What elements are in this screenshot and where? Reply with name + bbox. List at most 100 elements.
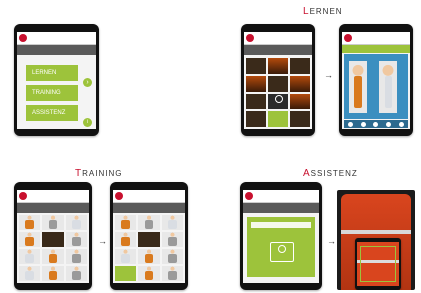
quiz-tile[interactable] [138, 266, 160, 281]
assistenz-camera-screen [243, 190, 319, 283]
quiz-tile[interactable] [161, 266, 183, 281]
lernen-tile[interactable] [268, 111, 288, 127]
quiz-tile[interactable] [138, 215, 160, 230]
assistenz-title-rest: SSISTENZ [310, 169, 358, 178]
quiz-tile[interactable] [115, 215, 137, 230]
quiz-tile[interactable] [115, 232, 137, 247]
phone-highlight-box [360, 246, 396, 282]
lernen-button[interactable]: LERNEN [26, 65, 78, 81]
training-tile[interactable] [19, 215, 41, 230]
training-tile[interactable] [65, 215, 87, 230]
lernen-tile[interactable] [246, 75, 266, 92]
lernen-label-rest: ERNEN [35, 70, 57, 76]
training-image-grid [19, 215, 87, 281]
camera-person-icon[interactable] [270, 242, 294, 263]
lernen-tile[interactable] [246, 111, 266, 127]
tablet-assistenz-camera [240, 182, 322, 290]
tablet-lernen-menu [241, 24, 315, 136]
section-title-lernen: LERNEN [303, 6, 343, 17]
reflective-stripe [341, 230, 411, 235]
book-person-icon[interactable] [268, 93, 288, 110]
company-logo [344, 34, 352, 42]
lernen-tile[interactable] [290, 58, 310, 74]
lernen-tile[interactable] [290, 75, 310, 92]
quiz-tile[interactable] [115, 249, 137, 264]
arrow-right-icon: → [98, 236, 107, 246]
nav-icon[interactable] [347, 121, 353, 127]
app-header [113, 190, 185, 203]
next-arrow-icon[interactable]: › [83, 78, 92, 87]
lernen-tile[interactable] [290, 93, 310, 110]
training-label-rest: RAINING [35, 90, 61, 96]
training-quiz-screen [113, 190, 185, 283]
person-head-icon [278, 245, 286, 254]
assistenz-label-rest: SSISTENZ [36, 110, 66, 116]
training-tile[interactable] [42, 232, 64, 247]
app-header [243, 190, 319, 203]
tablet-home: LERNEN TRAINING ASSISTENZ › i [14, 24, 99, 136]
company-logo [246, 34, 254, 42]
quiz-tile[interactable] [138, 249, 160, 264]
section-title-training: TRAINING [75, 168, 122, 179]
assistenz-panel[interactable] [247, 217, 315, 277]
training-grid-screen [17, 190, 89, 283]
arrow-right-icon: → [327, 236, 336, 246]
nav-icon[interactable] [360, 121, 366, 127]
training-tile[interactable] [19, 266, 41, 281]
tablet-lernen-detail [339, 24, 413, 136]
lernen-tile[interactable] [268, 58, 288, 74]
training-tile[interactable] [42, 249, 64, 264]
assistenz-button[interactable]: ASSISTENZ [26, 105, 78, 121]
tablet-training-grid [14, 182, 92, 290]
training-tile[interactable] [65, 232, 87, 247]
training-tile[interactable] [65, 266, 87, 281]
tablet-training-quiz [110, 182, 188, 290]
lernen-detail-bar [342, 45, 410, 53]
quiz-tile-correct[interactable] [115, 266, 137, 281]
training-quiz-bar [113, 203, 185, 213]
lernen-tile[interactable] [290, 111, 310, 127]
suit-figure-orange [349, 60, 368, 113]
lernen-detail-screen [342, 32, 410, 129]
section-title-assistenz: ASSISTENZ [303, 168, 358, 179]
training-tile[interactable] [19, 249, 41, 264]
app-header [17, 190, 89, 203]
training-tile[interactable] [42, 266, 64, 281]
quiz-tile[interactable] [161, 249, 183, 264]
app-header [244, 32, 312, 45]
nav-icon[interactable] [386, 121, 392, 127]
info-icon[interactable]: i [83, 118, 92, 127]
suit-figure-white [379, 60, 398, 113]
person-icon [275, 95, 283, 104]
lernen-tile[interactable] [268, 75, 288, 92]
home-title-bar [17, 45, 96, 55]
lernen-title-bar [244, 45, 312, 55]
lernen-title-rest: ERNEN [309, 7, 343, 16]
training-tile[interactable] [19, 232, 41, 247]
panel-instruction-bar [251, 222, 311, 228]
assistenz-title-initial: A [303, 168, 311, 179]
protective-suits-image [344, 54, 408, 119]
training-tile[interactable] [42, 215, 64, 230]
nav-icon[interactable] [373, 121, 379, 127]
quiz-tile[interactable] [161, 215, 183, 230]
company-logo [115, 192, 123, 200]
company-logo [245, 192, 253, 200]
nav-icon[interactable] [399, 121, 405, 127]
company-logo [19, 34, 27, 42]
lernen-tile[interactable] [246, 93, 266, 110]
app-header [17, 32, 96, 45]
training-tile[interactable] [65, 249, 87, 264]
quiz-tile[interactable] [138, 232, 160, 247]
lernen-image-grid [246, 58, 310, 127]
arrow-right-icon: → [324, 70, 333, 80]
lernen-menu-screen [244, 32, 312, 129]
lernen-tile[interactable] [246, 58, 266, 74]
phone-screen [357, 242, 399, 286]
quiz-tile[interactable] [161, 232, 183, 247]
assistenz-title-bar [243, 203, 319, 213]
training-button[interactable]: TRAINING [26, 85, 78, 101]
training-title-rest: RAINING [82, 169, 123, 178]
training-quiz-grid [115, 215, 183, 281]
training-title-bar [17, 203, 89, 213]
